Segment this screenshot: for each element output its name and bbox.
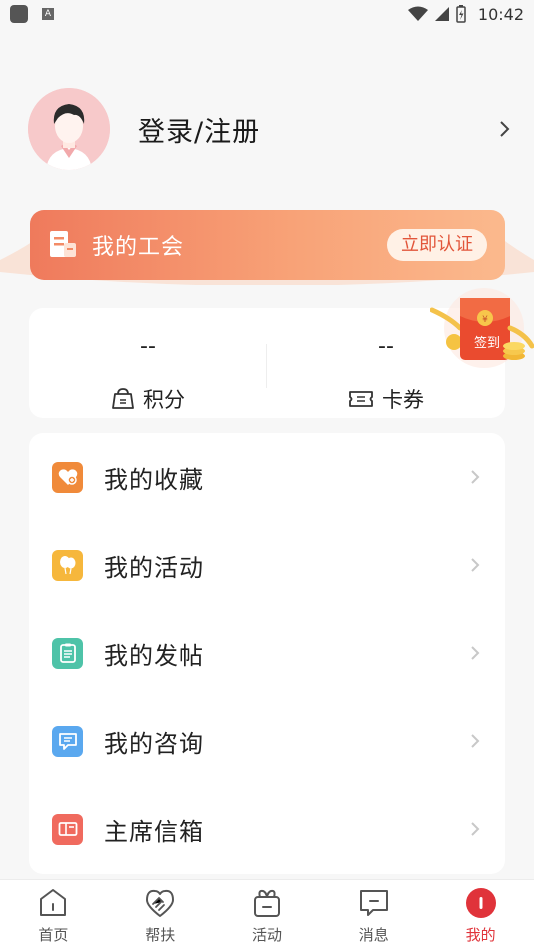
points-column[interactable]: -- 积分 xyxy=(29,308,267,418)
keyboard-a-icon: A xyxy=(42,8,54,20)
points-bag-icon xyxy=(112,388,134,409)
clipboard-icon xyxy=(52,637,83,669)
chevron-right-icon xyxy=(471,646,480,660)
nav-item-mine[interactable]: 我的 xyxy=(427,880,534,950)
balloons-icon xyxy=(52,549,83,581)
chevron-right-icon xyxy=(471,734,480,748)
menu-item-posts[interactable]: 我的发帖 xyxy=(29,609,505,697)
home-icon xyxy=(40,889,67,916)
union-card[interactable]: 我的工会 立即认证 xyxy=(30,210,505,280)
menu-label: 主席信箱 xyxy=(104,817,204,846)
message-icon xyxy=(359,890,388,916)
signin-red-envelope[interactable]: ¥ 签到 xyxy=(429,288,534,372)
bottom-nav: 首页 帮扶 活动 消息 我的 xyxy=(0,879,534,950)
nav-label: 活动 xyxy=(251,926,282,944)
signal-icon xyxy=(434,7,449,21)
login-register-link[interactable]: 登录/注册 xyxy=(138,110,260,149)
nav-item-home[interactable]: 首页 xyxy=(0,880,107,950)
menu-label: 我的咨询 xyxy=(104,729,204,758)
chat-icon xyxy=(52,725,83,757)
nav-label: 我的 xyxy=(465,926,496,944)
status-bar: A 10:42 xyxy=(0,0,534,28)
svg-text:¥: ¥ xyxy=(482,315,488,325)
chevron-right-icon xyxy=(471,822,480,836)
nav-label: 消息 xyxy=(358,926,389,944)
chevron-right-icon xyxy=(471,470,480,484)
chevron-right-icon[interactable] xyxy=(494,119,514,139)
points-label: 积分 xyxy=(143,388,185,412)
mailbox-icon xyxy=(52,813,83,845)
ticket-icon xyxy=(349,391,373,407)
union-title: 我的工会 xyxy=(92,235,185,260)
menu-label: 我的活动 xyxy=(104,553,204,582)
chevron-right-icon xyxy=(471,558,480,572)
red-envelope-icon: ¥ xyxy=(429,288,534,368)
points-value: -- xyxy=(140,334,156,359)
wifi-icon xyxy=(407,6,428,21)
certify-button[interactable]: 立即认证 xyxy=(387,229,487,261)
nav-label: 帮扶 xyxy=(145,926,176,944)
nav-item-messages[interactable]: 消息 xyxy=(320,880,427,950)
menu-card: 我的收藏 我的活动 我的发帖 我的咨询 主席信箱 xyxy=(29,433,505,874)
menu-item-consultations[interactable]: 我的咨询 xyxy=(29,697,505,785)
profile-login-row[interactable]: 登录/注册 xyxy=(28,88,514,170)
handshake-icon xyxy=(146,889,175,917)
gift-icon xyxy=(253,889,280,917)
heart-plus-icon xyxy=(52,461,83,493)
profile-icon xyxy=(465,888,496,918)
nav-label: 首页 xyxy=(38,926,69,944)
menu-label: 我的收藏 xyxy=(104,465,204,494)
menu-item-activities[interactable]: 我的活动 xyxy=(29,521,505,609)
clock-time: 10:42 xyxy=(477,4,524,24)
avatar[interactable] xyxy=(28,88,110,170)
app-notification-icon xyxy=(10,5,28,23)
menu-item-chairman-mailbox[interactable]: 主席信箱 xyxy=(29,785,505,873)
menu-label: 我的发帖 xyxy=(104,641,204,670)
document-icon xyxy=(50,231,76,257)
signin-label: 签到 xyxy=(473,336,500,351)
coupons-value: -- xyxy=(378,334,394,359)
default-avatar-icon xyxy=(28,88,110,170)
union-banner[interactable]: 我的工会 立即认证 xyxy=(0,210,534,285)
coupons-label: 卡券 xyxy=(382,388,424,412)
nav-item-assist[interactable]: 帮扶 xyxy=(107,880,214,950)
battery-icon xyxy=(456,5,466,23)
nav-item-activities[interactable]: 活动 xyxy=(214,880,321,950)
menu-item-favorites[interactable]: 我的收藏 xyxy=(29,433,505,521)
